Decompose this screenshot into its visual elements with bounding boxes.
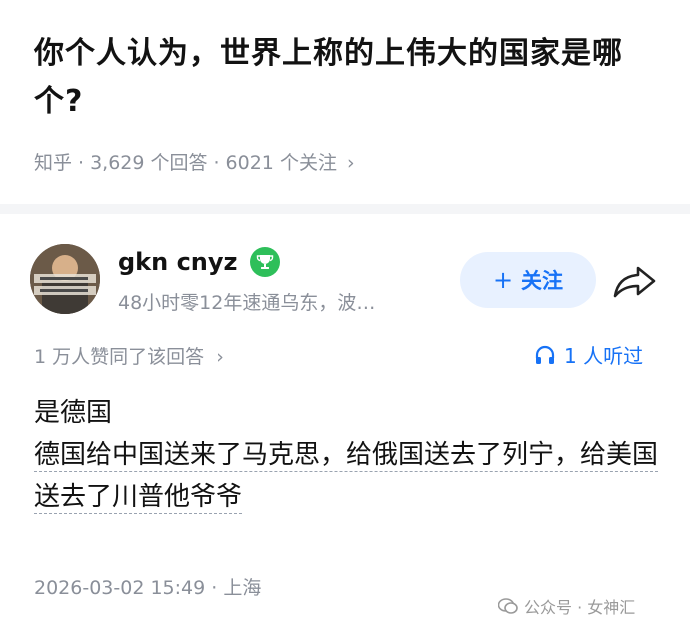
follow-button[interactable]: + 关注 [460,252,596,308]
headphones-icon [535,345,555,364]
watermark: 公众号 · 女神汇 [498,594,635,618]
answer-line: 德国给中国送来了马克思，给俄国送去了列宁，给美国送去了川普他爷爷 [34,440,659,512]
answer-count: 3,629 个回答 [90,152,208,174]
plus-icon: + [492,266,514,294]
question-meta[interactable]: 知乎 · 3,629 个回答 · 6021 个关注 › [34,148,355,175]
avatar[interactable] [30,244,100,314]
answer-line: 是德国 [34,398,113,428]
avatar-photo-icon [30,244,100,314]
chevron-right-icon: › [346,152,355,174]
question-title[interactable]: 你个人认为，世界上称的上伟大的国家是哪个? [34,30,664,126]
chevron-right-icon: › [216,346,224,368]
answer-content[interactable]: 是德国 德国给中国送来了马克思，给俄国送去了列宁，给美国送去了川普他爷爷 [34,392,664,518]
trophy-badge-icon [250,247,280,277]
answer-timestamp: 2026-03-02 15:49 · 上海 [34,577,262,599]
share-button[interactable] [610,262,660,302]
wechat-icon [498,598,518,614]
share-arrow-icon [613,266,656,298]
listen-count[interactable]: 1 人听过 [534,340,643,369]
author-name[interactable]: gkn cnyz [118,248,238,276]
follower-count: 6021 个关注 [225,152,337,174]
follow-label: 关注 [521,269,564,293]
likes-count[interactable]: 1 万人赞同了该回答 › [34,342,224,369]
author-bio: 48小时零12年速通乌东，波… [118,292,376,314]
section-divider [0,204,690,214]
source-label: 知乎 [34,152,73,174]
